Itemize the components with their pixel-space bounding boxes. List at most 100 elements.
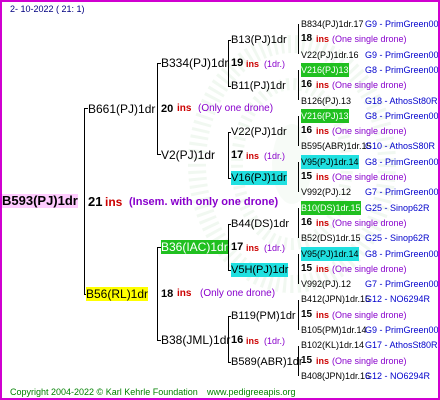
gen2-4-ins: ins bbox=[246, 336, 260, 346]
gen4-note: (One single drone) bbox=[332, 309, 407, 320]
gen2-1[interactable]: B334(PJ)1dr bbox=[161, 56, 228, 70]
gen4-ancestor[interactable]: B52(DS)1dr.15 bbox=[301, 231, 361, 245]
gen4-ancestor[interactable]: B126(PJ).13 bbox=[301, 94, 351, 108]
gen4-breeder: G12 - NO6294R bbox=[365, 294, 431, 305]
gen4-breeder: G8 - PrimGreen00 bbox=[365, 64, 439, 75]
gen4-ancestor[interactable]: B102(KL)1dr.14 bbox=[301, 338, 364, 352]
root-note: (Insem. with only one drone) bbox=[129, 196, 279, 208]
gen1-sire-ins: ins bbox=[177, 103, 192, 114]
gen4-note: (One single drone) bbox=[332, 172, 407, 182]
gen4-num: 16 bbox=[301, 79, 313, 91]
gen4-breeder: G8 - PrimGreen00 bbox=[365, 248, 439, 259]
gen2-3-ins: ins bbox=[246, 243, 260, 253]
gen4-ins: ins bbox=[316, 34, 330, 45]
gen4-breeder: G8 - PrimGreen00 bbox=[365, 156, 439, 167]
gen3-2[interactable]: B11(PJ)1dr bbox=[231, 79, 286, 93]
gen1-dam-note: (Only one drone) bbox=[200, 288, 276, 299]
gen4-breeder: G9 - PrimGreen00 bbox=[365, 325, 439, 335]
gen4-num: 15 bbox=[301, 171, 313, 182]
gen4-note: (One single drone) bbox=[332, 126, 407, 137]
gen3-7[interactable]: B119(PM)1dr bbox=[231, 309, 296, 323]
gen4-breeder: G10 - AthosS80R bbox=[365, 141, 436, 152]
root-num: 21 bbox=[88, 194, 103, 209]
gen4-num: 16 bbox=[301, 216, 313, 228]
gen4-ancestor[interactable]: V95(PJ)1dr.14 bbox=[301, 154, 359, 169]
gen1-sire[interactable]: B661(PJ)1dr bbox=[88, 102, 155, 116]
connector bbox=[298, 208, 299, 238]
connector bbox=[157, 247, 158, 340]
gen2-3[interactable]: B36(IAC)1dr bbox=[161, 240, 228, 254]
gen2-4[interactable]: B38(JML)1dr bbox=[161, 333, 230, 347]
gen4-ancestor[interactable]: B10(DS)1dr.15 bbox=[301, 200, 361, 215]
gen4-ancestor[interactable]: B408(JPN)1dr.16 bbox=[301, 369, 370, 383]
gen4-ancestor[interactable]: V22(PJ)1dr.16 bbox=[301, 48, 359, 62]
gen4-ins: ins bbox=[316, 355, 330, 366]
gen4-ancestor[interactable]: V216(PJ)13 bbox=[301, 62, 349, 77]
gen4-breeder: G7 - PrimGreen00 bbox=[365, 279, 439, 290]
gen3-5[interactable]: B44(DS)1dr bbox=[231, 217, 289, 231]
connector bbox=[157, 63, 158, 154]
gen4-num: 18 bbox=[301, 33, 313, 45]
gen1-dam[interactable]: B56(RL)1dr bbox=[86, 287, 149, 301]
gen2-2-ins: ins bbox=[246, 151, 260, 161]
gen4-note: (One single drone) bbox=[332, 217, 407, 228]
gen2-1-note: (1dr.) bbox=[264, 59, 286, 69]
connector bbox=[298, 162, 299, 192]
gen4-ins: ins bbox=[316, 80, 330, 91]
gen4-breeder: G7 - PrimGreen00 bbox=[365, 187, 439, 198]
connector bbox=[228, 40, 229, 86]
gen2-2[interactable]: V2(PJ)1dr bbox=[161, 148, 215, 162]
gen1-sire-note: (Only one drone) bbox=[198, 103, 274, 114]
connector bbox=[228, 316, 229, 362]
gen1-sire-num: 20 bbox=[161, 103, 174, 115]
gen4-breeder: G25 - Sinop62R bbox=[365, 202, 430, 213]
gen4-breeder: G8 - PrimGreen00 bbox=[365, 110, 439, 121]
connector bbox=[298, 116, 299, 146]
gen2-4-num: 16 bbox=[231, 334, 244, 346]
gen4-ancestor[interactable]: B105(PM)1dr.14 bbox=[301, 323, 367, 337]
gen4-breeder: G9 - PrimGreen00 bbox=[365, 19, 439, 29]
gen4-breeder: G17 - AthosSt80R bbox=[365, 340, 438, 351]
gen4-ancestor[interactable]: V992(PJ).12 bbox=[301, 185, 351, 199]
gen3-3[interactable]: V22(PJ)1dr bbox=[231, 125, 287, 139]
gen4-breeder: G9 - PrimGreen00 bbox=[365, 49, 439, 60]
gen2-2-note: (1dr.) bbox=[264, 151, 286, 161]
gen4-ins: ins bbox=[316, 217, 330, 228]
gen4-ancestor[interactable]: B595(ABR)1dr.15 bbox=[301, 139, 372, 153]
gen2-3-note: (1dr.) bbox=[264, 243, 286, 253]
gen4-num: 15 bbox=[301, 262, 313, 274]
gen4-note: (One single drone) bbox=[332, 263, 407, 274]
gen3-6[interactable]: V5H(PJ)1dr bbox=[231, 263, 289, 277]
root-queen[interactable]: B593(PJ)1dr bbox=[2, 194, 78, 208]
gen4-ancestor[interactable]: V95(PJ)1dr.14 bbox=[301, 246, 359, 261]
gen4-ins: ins bbox=[316, 172, 330, 182]
gen4-breeder: G25 - Sinop62R bbox=[365, 233, 430, 244]
gen2-3-num: 17 bbox=[231, 241, 244, 253]
gen1-dam-num: 18 bbox=[161, 288, 174, 300]
gen3-4[interactable]: V16(PJ)1dr bbox=[231, 171, 287, 185]
report-date: 2- 10-2022 ( 21: 1) bbox=[10, 4, 85, 14]
gen2-1-ins: ins bbox=[246, 59, 260, 69]
gen4-ancestor[interactable]: B834(PJ)1dr.17 bbox=[301, 17, 364, 31]
gen4-ins: ins bbox=[316, 309, 330, 320]
gen4-ancestor[interactable]: V992(PJ).12 bbox=[301, 277, 351, 291]
gen4-ancestor[interactable]: V216(PJ)13 bbox=[301, 108, 349, 123]
gen1-dam-ins: ins bbox=[177, 288, 192, 299]
gen4-ancestor[interactable]: B412(JPN)1dr.15 bbox=[301, 292, 370, 306]
gen2-2-num: 17 bbox=[231, 149, 244, 161]
gen4-num: 15 bbox=[301, 354, 313, 366]
gen4-num: 15 bbox=[301, 308, 313, 320]
connector bbox=[84, 108, 85, 294]
gen4-note: (One single drone) bbox=[332, 355, 407, 366]
gen3-1[interactable]: B13(PJ)1dr bbox=[231, 33, 287, 47]
gen3-8[interactable]: B589(ABR)1dr bbox=[231, 355, 303, 369]
gen4-num: 16 bbox=[301, 125, 313, 137]
connector bbox=[298, 254, 299, 284]
gen4-breeder: G18 - AthosSt80R bbox=[365, 95, 438, 106]
connector bbox=[298, 346, 299, 376]
gen2-1-num: 19 bbox=[231, 57, 244, 69]
gen4-note: (One single drone) bbox=[332, 80, 407, 91]
root-ins: ins bbox=[105, 195, 123, 209]
connector bbox=[298, 24, 299, 54]
footer-url[interactable]: www.pedigreeapis.org bbox=[207, 385, 296, 398]
